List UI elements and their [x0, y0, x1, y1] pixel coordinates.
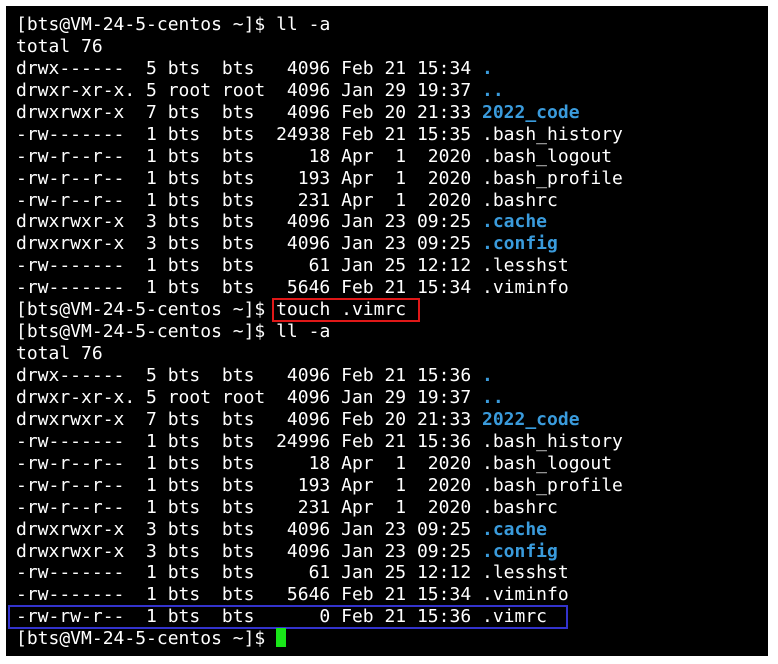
file-attributes: drwxrwxr-x 7 bts bts 4096 Feb 20 21:33 [16, 408, 482, 430]
prompt-line: [bts@VM-24-5-centos ~]$ touch .vimrc [16, 298, 623, 323]
listing-row: -rw------- 1 bts bts 61 Jan 25 12:12 .le… [16, 255, 623, 277]
file-attributes: -rw-r--r-- 1 bts bts 193 Apr 1 2020 [16, 167, 482, 189]
file-name: .viminfo [482, 584, 569, 606]
listing-row: -rw------- 1 bts bts 61 Jan 25 12:12 .le… [16, 562, 623, 584]
block-cursor-icon[interactable] [276, 628, 287, 648]
listing-row: -rw-r--r-- 1 bts bts 231 Apr 1 2020 .bas… [16, 190, 623, 212]
prompt-line: [bts@VM-24-5-centos ~]$ ll -a [16, 14, 623, 36]
row-highlight-box [8, 605, 568, 630]
listing-row: -rw------- 1 bts bts 5646 Feb 21 15:34 .… [16, 277, 623, 299]
file-name: .bashrc [482, 496, 558, 518]
total-text: total 76 [16, 35, 103, 57]
total-text: total 76 [16, 343, 103, 365]
directory-name: 2022_code [482, 408, 580, 430]
prompt: [bts@VM-24-5-centos ~]$ [16, 628, 277, 650]
listing-row: drwxr-xr-x. 5 root root 4096 Jan 29 19:3… [16, 387, 623, 409]
file-attributes: drwxrwxr-x 3 bts bts 4096 Jan 23 09:25 [16, 211, 482, 233]
file-attributes: -rw------- 1 bts bts 5646 Feb 21 15:34 [16, 277, 482, 299]
file-attributes: drwxrwxr-x 3 bts bts 4096 Jan 23 09:25 [16, 233, 482, 255]
file-name: .viminfo [482, 277, 569, 299]
directory-name: .. [482, 386, 504, 408]
file-attributes: -rw-r--r-- 1 bts bts 18 Apr 1 2020 [16, 452, 482, 474]
total-line: total 76 [16, 343, 623, 365]
listing-row: drwx------ 5 bts bts 4096 Feb 21 15:34 . [16, 58, 623, 80]
listing-row: -rw------- 1 bts bts 24938 Feb 21 15:35 … [16, 124, 623, 146]
listing-row: -rw-rw-r-- 1 bts bts 0 Feb 21 15:36 .vim… [8, 605, 623, 630]
directory-name: . [482, 365, 493, 386]
total-line: total 76 [16, 36, 623, 58]
file-attributes: -rw------- 1 bts bts 24938 Feb 21 15:35 [16, 123, 482, 145]
prompt-line: [bts@VM-24-5-centos ~]$ ll -a [16, 321, 623, 343]
listing-row: -rw------- 1 bts bts 24996 Feb 21 15:36 … [16, 431, 623, 453]
directory-name: .config [482, 233, 558, 255]
file-attributes: drwxr-xr-x. 5 root root 4096 Jan 29 19:3… [16, 386, 482, 408]
directory-name: 2022_code [482, 101, 580, 123]
file-attributes: -rw------- 1 bts bts 61 Jan 25 12:12 [16, 255, 482, 277]
terminal-output: [bts@VM-24-5-centos ~]$ ll -a total 76 d… [8, 14, 623, 650]
file-attributes: -rw------- 1 bts bts 24996 Feb 21 15:36 [16, 430, 482, 452]
file-attributes: drwx------ 5 bts bts 4096 Feb 21 15:36 [16, 365, 482, 386]
file-attributes: -rw-r--r-- 1 bts bts 18 Apr 1 2020 [16, 145, 482, 167]
file-name: .lesshst [482, 562, 569, 584]
directory-name: .config [482, 540, 558, 562]
listing-row: -rw-r--r-- 1 bts bts 231 Apr 1 2020 .bas… [16, 497, 623, 519]
file-name: .bash_history [482, 123, 623, 145]
command-text: ll -a [276, 321, 331, 343]
file-attributes: drwxrwxr-x 7 bts bts 4096 Feb 20 21:33 [16, 101, 482, 123]
file-attributes: drwxrwxr-x 3 bts bts 4096 Jan 23 09:25 [16, 518, 482, 540]
file-attributes: drwx------ 5 bts bts 4096 Feb 21 15:34 [16, 57, 482, 79]
directory-name: . [482, 57, 493, 79]
file-name: .bash_profile [482, 474, 623, 496]
file-name: .bash_profile [482, 167, 623, 189]
directory-name: .cache [482, 518, 548, 540]
prompt-line: [bts@VM-24-5-centos ~]$ [16, 628, 623, 650]
file-attributes: -rw-r--r-- 1 bts bts 231 Apr 1 2020 [16, 496, 482, 518]
listing-row: -rw-r--r-- 1 bts bts 18 Apr 1 2020 .bash… [16, 146, 623, 168]
terminal-window[interactable]: [bts@VM-24-5-centos ~]$ ll -a total 76 d… [6, 6, 768, 656]
file-name: .bash_logout [482, 145, 613, 167]
command-highlight-box [272, 298, 420, 323]
listing-row: drwxrwxr-x 3 bts bts 4096 Jan 23 09:25 .… [16, 519, 623, 541]
directory-name: .. [482, 79, 504, 101]
listing-row: -rw-r--r-- 1 bts bts 193 Apr 1 2020 .bas… [16, 168, 623, 190]
prompt: [bts@VM-24-5-centos ~]$ [16, 299, 277, 321]
directory-name: .cache [482, 211, 548, 233]
file-name: .bashrc [482, 189, 558, 211]
file-attributes: drwxrwxr-x 3 bts bts 4096 Jan 23 09:25 [16, 540, 482, 562]
listing-row: -rw------- 1 bts bts 5646 Feb 21 15:34 .… [16, 584, 623, 606]
listing-row: -rw-r--r-- 1 bts bts 18 Apr 1 2020 .bash… [16, 453, 623, 475]
file-name: .bash_history [482, 430, 623, 452]
listing-row: -rw-r--r-- 1 bts bts 193 Apr 1 2020 .bas… [16, 475, 623, 497]
command-text: ll -a [276, 14, 331, 35]
file-attributes: -rw-r--r-- 1 bts bts 231 Apr 1 2020 [16, 189, 482, 211]
listing-row: drwxrwxr-x 7 bts bts 4096 Feb 20 21:33 2… [16, 102, 623, 124]
file-name: .lesshst [482, 255, 569, 277]
file-attributes: drwxr-xr-x. 5 root root 4096 Jan 29 19:3… [16, 79, 482, 101]
listing-row: drwxrwxr-x 7 bts bts 4096 Feb 20 21:33 2… [16, 409, 623, 431]
prompt: [bts@VM-24-5-centos ~]$ [16, 321, 277, 343]
file-name: .bash_logout [482, 452, 613, 474]
file-attributes: -rw------- 1 bts bts 61 Jan 25 12:12 [16, 562, 482, 584]
prompt: [bts@VM-24-5-centos ~]$ [16, 14, 277, 35]
file-attributes: -rw------- 1 bts bts 5646 Feb 21 15:34 [16, 584, 482, 606]
listing-row: drwx------ 5 bts bts 4096 Feb 21 15:36 . [16, 365, 623, 387]
listing-row: drwxr-xr-x. 5 root root 4096 Jan 29 19:3… [16, 80, 623, 102]
listing-row: drwxrwxr-x 3 bts bts 4096 Jan 23 09:25 .… [16, 233, 623, 255]
listing-row: drwxrwxr-x 3 bts bts 4096 Jan 23 09:25 .… [16, 541, 623, 563]
file-attributes: -rw-r--r-- 1 bts bts 193 Apr 1 2020 [16, 474, 482, 496]
listing-row: drwxrwxr-x 3 bts bts 4096 Jan 23 09:25 .… [16, 211, 623, 233]
